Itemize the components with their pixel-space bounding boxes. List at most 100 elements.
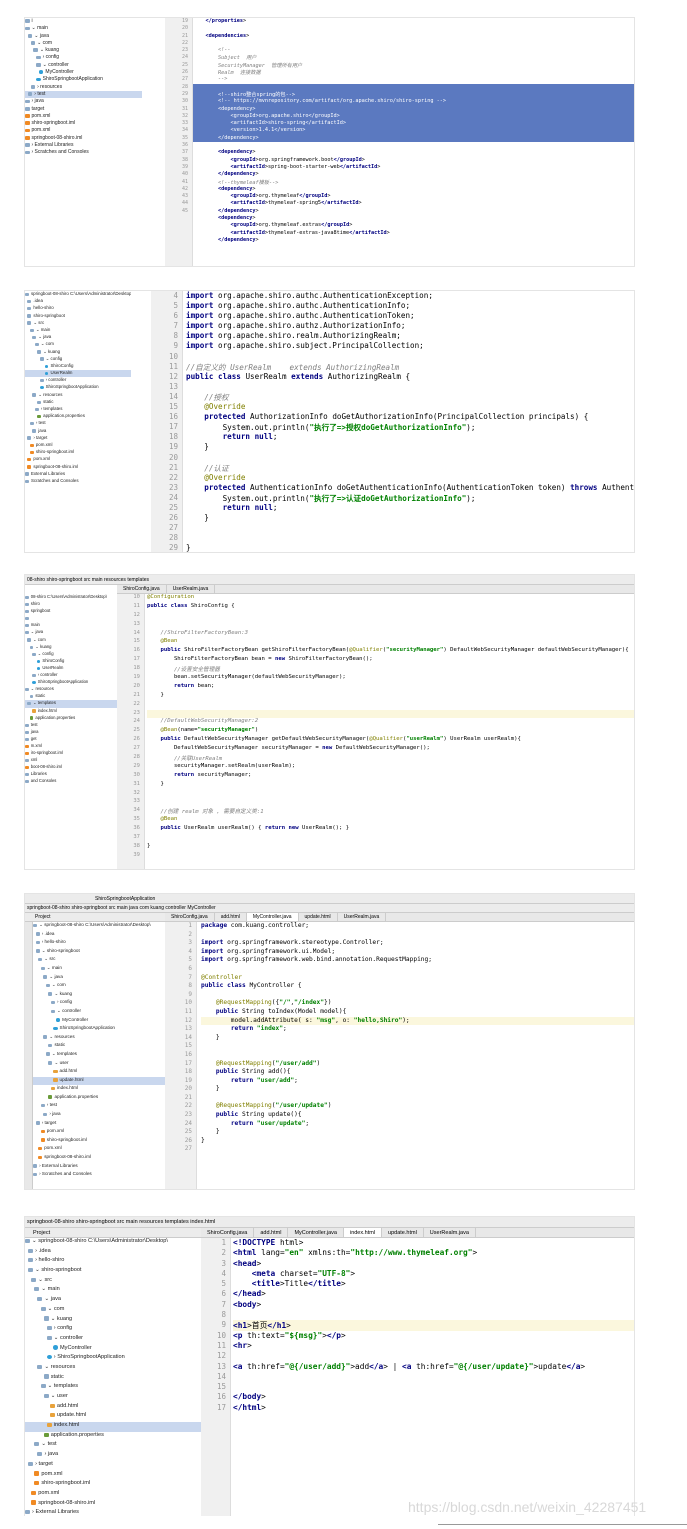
tree-item[interactable]: springboot-08-shiro.iml <box>25 1500 201 1510</box>
tree-item[interactable]: shiro-springboot.iml <box>33 1137 165 1146</box>
tree-item[interactable]: › External Libraries <box>25 142 142 149</box>
tree-item[interactable]: ⌄ user <box>25 1393 201 1403</box>
tree-item[interactable]: application.properties <box>25 413 131 420</box>
tree-item[interactable]: shiro-springboot.iml <box>25 1480 201 1490</box>
tree-item[interactable]: shiro-springboot.iml <box>25 120 142 127</box>
tree-item[interactable]: › target <box>25 435 131 442</box>
tree-item[interactable]: ⌄ config <box>25 356 131 363</box>
tree-item[interactable]: static <box>25 1374 201 1384</box>
editor-tab[interactable]: add.html <box>254 1228 289 1237</box>
tree-item[interactable]: shiro-springboot <box>25 313 131 320</box>
tree-item[interactable]: shiro <box>25 601 117 608</box>
tree-item[interactable]: › config <box>25 1325 201 1335</box>
tree-item[interactable]: pom.xml <box>33 1128 165 1137</box>
tree-item[interactable]: ShiroSpringbootApplication <box>25 384 131 391</box>
tree-item[interactable]: ⌄ templates <box>33 1051 165 1060</box>
tree-item[interactable]: ⌄ controller <box>25 62 142 69</box>
tree-item[interactable]: ⌄ resources <box>33 1034 165 1043</box>
tree-item[interactable]: › config <box>33 999 165 1008</box>
tree-item[interactable]: ⌄ kuang <box>25 644 117 651</box>
tree-item[interactable]: ⌄ controller <box>25 1335 201 1345</box>
tree-item[interactable]: ⌄ shiro-springboot <box>25 1267 201 1277</box>
editor-tab[interactable]: ShiroConfig.java <box>201 1228 255 1237</box>
tree-item[interactable]: pom.xml <box>25 113 142 120</box>
tree-item[interactable]: ShiroSpringbootApplication <box>25 76 142 83</box>
tree-item[interactable]: application.properties <box>25 1432 201 1442</box>
tree-item[interactable]: springboot-08-shiro C:\Users\Administrat… <box>25 291 131 298</box>
tree-item[interactable]: ⌄ user <box>33 1060 165 1069</box>
editor-tabs[interactable]: ShiroConfig.java UserRealm.java <box>117 585 634 594</box>
editor-tab[interactable]: add.html <box>215 913 247 921</box>
tree-item[interactable]: ⌄ templates <box>25 1383 201 1393</box>
tree-item[interactable]: ⌄ main <box>33 965 165 974</box>
tree-item[interactable]: › .idea <box>33 931 165 940</box>
tree-item[interactable]: ⌄ shiro-springboot <box>33 948 165 957</box>
tree-item[interactable]: › hello-shiro <box>25 1257 201 1267</box>
tree-item[interactable]: target <box>25 106 142 113</box>
tree-item[interactable]: › ShiroSpringbootApplication <box>25 1354 201 1364</box>
tree-item[interactable]: .idea <box>25 298 131 305</box>
tree-item[interactable]: MyController <box>25 69 142 76</box>
tree-item[interactable]: boot-08-shiro.iml <box>25 764 117 771</box>
tree-item[interactable]: › controller <box>25 672 117 679</box>
tree-item[interactable]: › Scratches and Consoles <box>25 149 142 156</box>
tree-item[interactable]: ⌄ springboot-08-shiro C:\Users\Administr… <box>33 922 165 931</box>
tree-item[interactable]: index.html <box>25 1422 201 1432</box>
tree-item[interactable]: ⌄ controller <box>33 1008 165 1017</box>
tree-item[interactable]: › target <box>33 1120 165 1129</box>
tree-item[interactable]: UserRealm <box>25 370 131 378</box>
tree-item[interactable]: application.properties <box>25 715 117 722</box>
code-editor[interactable]: </properties> <dependencies> <!-- Subjec… <box>193 18 634 266</box>
tree-item[interactable]: UserRealm <box>25 665 117 672</box>
tree-item[interactable] <box>25 615 117 622</box>
tree-item[interactable]: › templates <box>25 406 131 413</box>
tree-item[interactable]: › .idea <box>25 1248 201 1258</box>
code-editor[interactable]: import org.apache.shiro.authc.Authentica… <box>186 291 634 552</box>
tree-item[interactable]: update.html <box>25 1412 201 1422</box>
tree-item[interactable]: pom.xml <box>25 442 131 449</box>
tree-item[interactable]: › test <box>25 90 142 99</box>
tree-item[interactable]: springboot-08-shiro.iml <box>25 464 131 471</box>
tree-item[interactable]: hello-shiro <box>25 305 131 312</box>
tree-item[interactable]: ⌄ com <box>33 982 165 991</box>
editor-tab[interactable]: update.html <box>382 1228 424 1237</box>
editor-tab[interactable]: UserRealm.java <box>338 913 387 921</box>
tree-item[interactable]: xml <box>25 757 117 764</box>
tree-item[interactable]: › controller <box>25 377 131 384</box>
tree-item[interactable]: › test <box>25 420 131 427</box>
tree-item[interactable]: › hello-shiro <box>33 939 165 948</box>
editor-tab[interactable]: MyController.java <box>288 1228 344 1237</box>
tree-item[interactable]: test <box>25 722 117 729</box>
tree-item[interactable]: ShiroSpringbootApplication <box>25 679 117 686</box>
tree-item[interactable]: main <box>25 622 117 629</box>
tree-item[interactable]: ⌄ kuang <box>25 349 131 356</box>
tree-item[interactable]: ⌄ config <box>25 651 117 658</box>
tree-item[interactable]: ShiroConfig <box>25 363 131 370</box>
tree-item[interactable]: Scratches and Consoles <box>25 478 131 485</box>
tree-item[interactable]: › External Libraries <box>25 1509 201 1516</box>
editor-tab[interactable]: ShiroConfig.java <box>117 585 167 593</box>
tree-item[interactable]: static <box>33 1042 165 1051</box>
editor-tab[interactable]: UserRealm.java <box>167 585 216 593</box>
tree-item[interactable]: springboot-08-shiro.iml <box>25 135 142 142</box>
tree-item[interactable]: › java <box>25 1451 201 1461</box>
editor-tabs[interactable]: ShiroConfig.java add.html MyController.jav… <box>165 913 634 922</box>
tree-item[interactable]: › resources <box>25 84 142 91</box>
tree-item[interactable]: springboot-08-shiro.iml <box>33 1154 165 1163</box>
tree-item[interactable]: pom.xml <box>33 1145 165 1154</box>
code-editor[interactable]: @Configuration public class ShiroConfig {… <box>147 594 634 869</box>
tree-item[interactable]: ⌄ com <box>25 637 117 644</box>
tree-item[interactable]: ⌄ java <box>25 33 142 40</box>
tree-item[interactable]: pom.xml <box>25 1490 201 1500</box>
tree-item[interactable]: ⌄ resources <box>25 686 117 693</box>
tree-item[interactable]: pom.xml <box>25 127 142 134</box>
code-editor[interactable]: package com.kuang.controller; import org.… <box>201 922 634 1189</box>
tree-item[interactable]: update.html <box>33 1076 165 1086</box>
tree-item[interactable]: › test <box>33 1102 165 1111</box>
tree-item[interactable]: ⌄ java <box>25 629 117 636</box>
tree-item[interactable]: java <box>25 428 131 435</box>
tree-item[interactable]: pom.xml <box>25 1471 201 1481</box>
tree-item[interactable]: ⌄ java <box>25 334 131 341</box>
editor-tab[interactable]: MyController.java <box>246 913 299 921</box>
tree-item[interactable]: index.html <box>25 708 117 715</box>
